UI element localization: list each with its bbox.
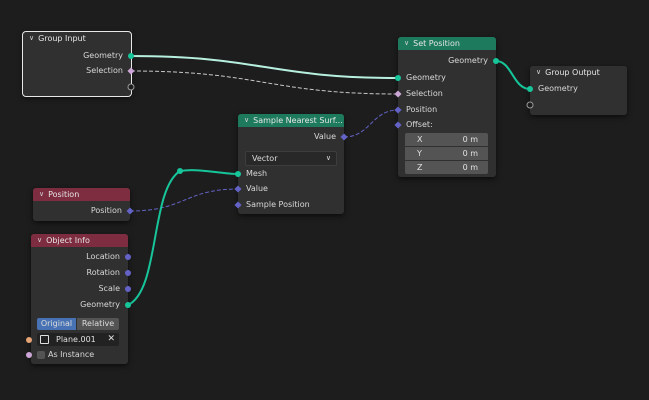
mesh-input-label: Mesh <box>246 169 268 178</box>
object-field[interactable]: Plane.001 ✕ <box>37 333 119 346</box>
scale-output-label: Scale <box>98 284 120 293</box>
empty-output-socket[interactable] <box>127 83 135 91</box>
offset-z-field[interactable]: Z 0 m <box>405 161 488 174</box>
position-output-label: Position <box>90 206 122 215</box>
geometry-input-socket[interactable] <box>395 75 401 81</box>
chevron-down-icon[interactable]: ∨ <box>536 66 541 79</box>
sample-nearest-header[interactable]: ∨ Sample Nearest Surf... <box>238 114 344 127</box>
scale-output-socket[interactable] <box>125 286 131 292</box>
rotation-output-socket[interactable] <box>125 270 131 276</box>
node-title: Group Input <box>38 34 86 43</box>
chevron-down-icon[interactable]: ∨ <box>37 234 42 247</box>
axis-value: 0 m <box>462 163 478 172</box>
position-header[interactable]: ∨ Position <box>33 188 130 201</box>
geometry-output-socket[interactable] <box>125 302 131 308</box>
sample-position-input-label: Sample Position <box>246 200 310 209</box>
relative-toggle[interactable]: Relative <box>77 318 119 330</box>
link-selection-to-set-position <box>130 70 399 95</box>
geometry-input-label: Geometry <box>538 84 578 93</box>
as-instance-label: As Instance <box>48 350 95 359</box>
reroute-dot <box>177 168 183 174</box>
node-title: Position <box>48 190 80 199</box>
x-icon[interactable]: ✕ <box>107 333 115 346</box>
axis-label: Z <box>417 163 423 172</box>
link-position-to-sample-value <box>129 188 239 212</box>
link-sample-value-to-set-position <box>343 109 399 138</box>
node-title: Sample Nearest Surf... <box>253 116 343 125</box>
as-instance-socket[interactable] <box>26 352 32 358</box>
axis-value: 0 m <box>462 135 478 144</box>
geometry-output-socket[interactable] <box>128 53 134 59</box>
object-name: Plane.001 <box>56 335 96 344</box>
chevron-down-icon[interactable]: ∨ <box>29 32 34 45</box>
data-type-dropdown[interactable]: Vector ∨ <box>245 151 337 166</box>
axis-value: 0 m <box>462 149 478 158</box>
group-output-node[interactable]: ∨ Group Output Geometry <box>526 66 627 115</box>
value-input-label: Value <box>246 184 268 193</box>
node-title: Set Position <box>413 39 460 48</box>
sample-nearest-surface-node[interactable]: ∨ Sample Nearest Surf... Value Vector ∨ … <box>234 114 348 214</box>
geometry-output-label: Geometry <box>83 51 123 60</box>
selection-output-label: Selection <box>86 66 123 75</box>
link-geometry-to-set-position <box>130 55 399 79</box>
original-toggle[interactable]: Original <box>37 318 76 330</box>
node-title: Object Info <box>46 236 90 245</box>
location-output-socket[interactable] <box>125 254 131 260</box>
chevron-down-icon[interactable]: ∨ <box>39 188 44 201</box>
empty-input-socket[interactable] <box>526 101 534 109</box>
axis-label: Y <box>417 149 422 158</box>
link-set-position-to-group-output <box>495 60 531 90</box>
geometry-output-label: Geometry <box>80 300 120 309</box>
offset-y-field[interactable]: Y 0 m <box>405 147 488 160</box>
link-object-geometry-to-sample-mesh <box>127 169 239 306</box>
chevron-down-icon[interactable]: ∨ <box>244 114 249 127</box>
position-input-label: Position <box>406 105 438 114</box>
geometry-output-socket[interactable] <box>493 58 499 64</box>
rotation-output-label: Rotation <box>86 268 120 277</box>
group-input-node[interactable]: ∨ Group Input Geometry Selection <box>22 31 135 97</box>
object-info-node[interactable]: ∨ Object Info Location Rotation Scale Ge… <box>26 234 131 364</box>
set-position-node[interactable]: ∨ Set Position Geometry Geometry Selecti… <box>394 37 499 177</box>
position-node[interactable]: ∨ Position Position <box>33 188 134 221</box>
object-icon <box>40 335 49 344</box>
as-instance-checkbox[interactable] <box>37 351 45 359</box>
set-position-header[interactable]: ∨ Set Position <box>398 37 496 50</box>
node-title: Group Output <box>545 68 600 77</box>
chevron-down-icon: ∨ <box>325 154 331 162</box>
offset-input-label: Offset: <box>406 120 433 129</box>
group-output-header[interactable]: ∨ Group Output <box>530 66 627 79</box>
axis-label: X <box>417 135 423 144</box>
dropdown-value: Vector <box>252 154 278 163</box>
mesh-input-socket[interactable] <box>235 171 241 177</box>
selection-input-label: Selection <box>406 89 443 98</box>
chevron-down-icon[interactable]: ∨ <box>404 37 409 50</box>
object-input-socket[interactable] <box>26 337 32 343</box>
object-info-header[interactable]: ∨ Object Info <box>31 234 128 247</box>
value-output-label: Value <box>314 132 336 141</box>
offset-x-field[interactable]: X 0 m <box>405 133 488 146</box>
geometry-output-label: Geometry <box>448 56 488 65</box>
geometry-input-socket[interactable] <box>527 86 533 92</box>
group-input-header[interactable]: ∨ Group Input <box>23 32 131 45</box>
location-output-label: Location <box>86 252 120 261</box>
geometry-input-label: Geometry <box>406 73 446 82</box>
